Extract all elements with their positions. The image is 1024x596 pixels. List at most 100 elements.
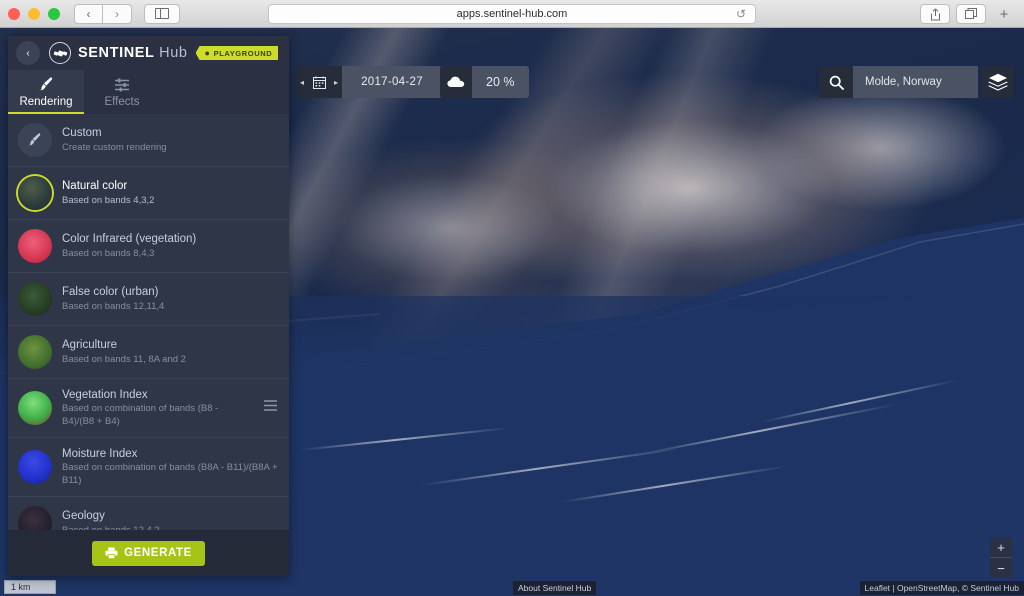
- layers-icon: [988, 73, 1008, 91]
- layer-text: Color Infrared (vegetation) Based on ban…: [62, 232, 279, 260]
- layer-menu-button[interactable]: [263, 399, 279, 417]
- layer-subtitle: Create custom rendering: [62, 141, 167, 153]
- next-date-button[interactable]: ▸: [330, 66, 342, 98]
- search-input[interactable]: Molde, Norway: [853, 66, 978, 98]
- layer-subtitle: Based on bands 4,3,2: [62, 194, 155, 206]
- zoom-in-button[interactable]: +: [990, 538, 1012, 558]
- zoom-controls: + −: [990, 538, 1012, 578]
- tab-effects[interactable]: Effects: [84, 70, 160, 114]
- layer-item-vegetation-index[interactable]: Vegetation Index Based on combination of…: [8, 379, 289, 439]
- navigation-buttons: ‹ ›: [74, 3, 132, 24]
- layer-item-false-color-urban[interactable]: False color (urban) Based on bands 12,11…: [8, 273, 289, 326]
- list-menu-icon: [264, 400, 277, 411]
- reload-icon[interactable]: ↺: [736, 8, 748, 20]
- layer-thumbnail-agriculture: [18, 335, 52, 369]
- layer-subtitle: Based on combination of bands (B8 - B4)/…: [62, 403, 219, 427]
- cloud-coverage-control[interactable]: 20 %: [440, 66, 529, 98]
- cloud-icon: [447, 76, 465, 87]
- badge-dot-icon: ●: [204, 48, 211, 58]
- layer-text: Moisture Index Based on combination of b…: [62, 447, 279, 487]
- browser-right-buttons: +: [920, 4, 1016, 24]
- tab-effects-label: Effects: [104, 95, 140, 108]
- share-icon: [930, 7, 940, 20]
- back-button[interactable]: ‹: [74, 3, 103, 24]
- layer-subtitle: Based on bands 12,4,2: [62, 525, 279, 530]
- layer-subtitle: Based on bands 11, 8A and 2: [62, 353, 186, 365]
- layer-title: Vegetation Index: [62, 389, 148, 401]
- layer-item-agriculture[interactable]: Agriculture Based on bands 11, 8A and 2: [8, 326, 289, 379]
- layer-text: Vegetation Index Based on combination of…: [62, 388, 253, 428]
- minimize-window-button[interactable]: [28, 7, 40, 20]
- url-text: apps.sentinel-hub.com: [456, 8, 568, 20]
- date-value[interactable]: 2017-04-27: [342, 66, 442, 98]
- brand-secondary: Hub: [159, 45, 188, 61]
- layer-item-moisture-index[interactable]: Moisture Index Based on combination of b…: [8, 438, 289, 498]
- layer-title: Agriculture: [62, 339, 117, 352]
- map-top-controls: ◂ ▸ 2017-04-27 20 % Molde, Norway: [296, 66, 1014, 98]
- layer-subtitle: Based on bands 12,11,4: [62, 300, 165, 312]
- layer-text: Geology Based on bands 12,4,2: [62, 509, 279, 530]
- calendar-button[interactable]: [308, 66, 330, 98]
- scale-label: 1 km: [11, 582, 31, 592]
- tab-rendering[interactable]: Rendering: [8, 70, 84, 114]
- close-window-button[interactable]: [8, 7, 20, 20]
- location-search[interactable]: Molde, Norway: [819, 66, 978, 98]
- sidebar-toggle-button[interactable]: [144, 3, 180, 24]
- layer-title: Color Infrared (vegetation): [62, 233, 197, 246]
- layer-item-natural-color[interactable]: Natural color Based on bands 4,3,2: [8, 167, 289, 220]
- panel-header: ‹ SENTINEL Hub ● PLAYGROUND: [8, 36, 289, 70]
- sidebar-icon: [155, 8, 169, 19]
- layer-thumbnail-moisture-index: [18, 450, 52, 485]
- layer-title: Natural color: [62, 180, 128, 193]
- forward-button[interactable]: ›: [103, 3, 132, 24]
- panel-back-button[interactable]: ‹: [16, 41, 40, 65]
- search-button[interactable]: [819, 66, 853, 98]
- tabs-overview-icon: [965, 8, 977, 19]
- layer-subtitle: Based on combination of bands (B8A - B11…: [62, 462, 278, 486]
- browser-toolbar: ‹ › apps.sentinel-hub.com ↺ +: [0, 0, 1024, 28]
- cloud-button[interactable]: [440, 66, 472, 98]
- new-tab-button[interactable]: +: [992, 4, 1016, 24]
- layer-item-color-infrared[interactable]: Color Infrared (vegetation) Based on ban…: [8, 220, 289, 273]
- layer-title: Geology: [62, 510, 105, 523]
- previous-date-button[interactable]: ◂: [296, 66, 308, 98]
- panel-tabs: Rendering Effects: [8, 70, 289, 114]
- rendering-panel: ‹ SENTINEL Hub ● PLAYGROUND Rendering Ef…: [8, 36, 289, 576]
- layer-list[interactable]: Custom Create custom rendering Natural c…: [8, 114, 289, 530]
- scale-bar: 1 km: [4, 580, 56, 594]
- map-attribution[interactable]: Leaflet | OpenStreetMap, © Sentinel Hub: [859, 581, 1024, 595]
- generate-button[interactable]: GENERATE: [92, 540, 205, 566]
- layer-text: False color (urban) Based on bands 12,11…: [62, 285, 279, 313]
- sliders-icon: [115, 78, 129, 91]
- printer-icon: [105, 547, 118, 559]
- layer-thumbnail-geology: [18, 506, 52, 530]
- badge-label: PLAYGROUND: [213, 48, 273, 58]
- layer-subtitle: Based on bands 8,4,3: [62, 247, 155, 259]
- layer-thumbnail-custom: [18, 123, 52, 157]
- playground-badge: ● PLAYGROUND: [195, 46, 279, 60]
- layer-title: Custom: [62, 127, 102, 140]
- layers-button[interactable]: [982, 66, 1014, 98]
- date-control[interactable]: ◂ ▸ 2017-04-27: [296, 66, 442, 98]
- layer-title: False color (urban): [62, 286, 159, 299]
- layer-text: Natural color Based on bands 4,3,2: [62, 179, 279, 207]
- about-sentinel-hub-link[interactable]: About Sentinel Hub: [513, 581, 597, 595]
- layer-thumbnail-vegetation-index: [18, 391, 52, 426]
- zoom-out-button[interactable]: −: [990, 558, 1012, 578]
- generate-label: GENERATE: [124, 547, 192, 559]
- layer-text: Agriculture Based on bands 11, 8A and 2: [62, 338, 279, 366]
- app-window: ‹ › apps.sentinel-hub.com ↺ + ◂ ▸ 2017-0…: [0, 0, 1024, 596]
- share-button[interactable]: [920, 4, 950, 24]
- tabs-overview-button[interactable]: [956, 4, 986, 24]
- sentinel-logo-icon: [49, 42, 71, 64]
- address-bar[interactable]: apps.sentinel-hub.com ↺: [268, 4, 756, 24]
- panel-footer: GENERATE: [8, 530, 289, 576]
- layer-thumbnail-natural-color: [18, 176, 52, 210]
- brand-title: SENTINEL Hub: [78, 45, 188, 61]
- calendar-icon: [312, 76, 326, 89]
- maximize-window-button[interactable]: [48, 7, 60, 20]
- layer-item-geology[interactable]: Geology Based on bands 12,4,2: [8, 497, 289, 530]
- layer-item-custom[interactable]: Custom Create custom rendering: [8, 114, 289, 167]
- brush-icon: [38, 77, 52, 92]
- cloud-coverage-value[interactable]: 20 %: [472, 66, 529, 98]
